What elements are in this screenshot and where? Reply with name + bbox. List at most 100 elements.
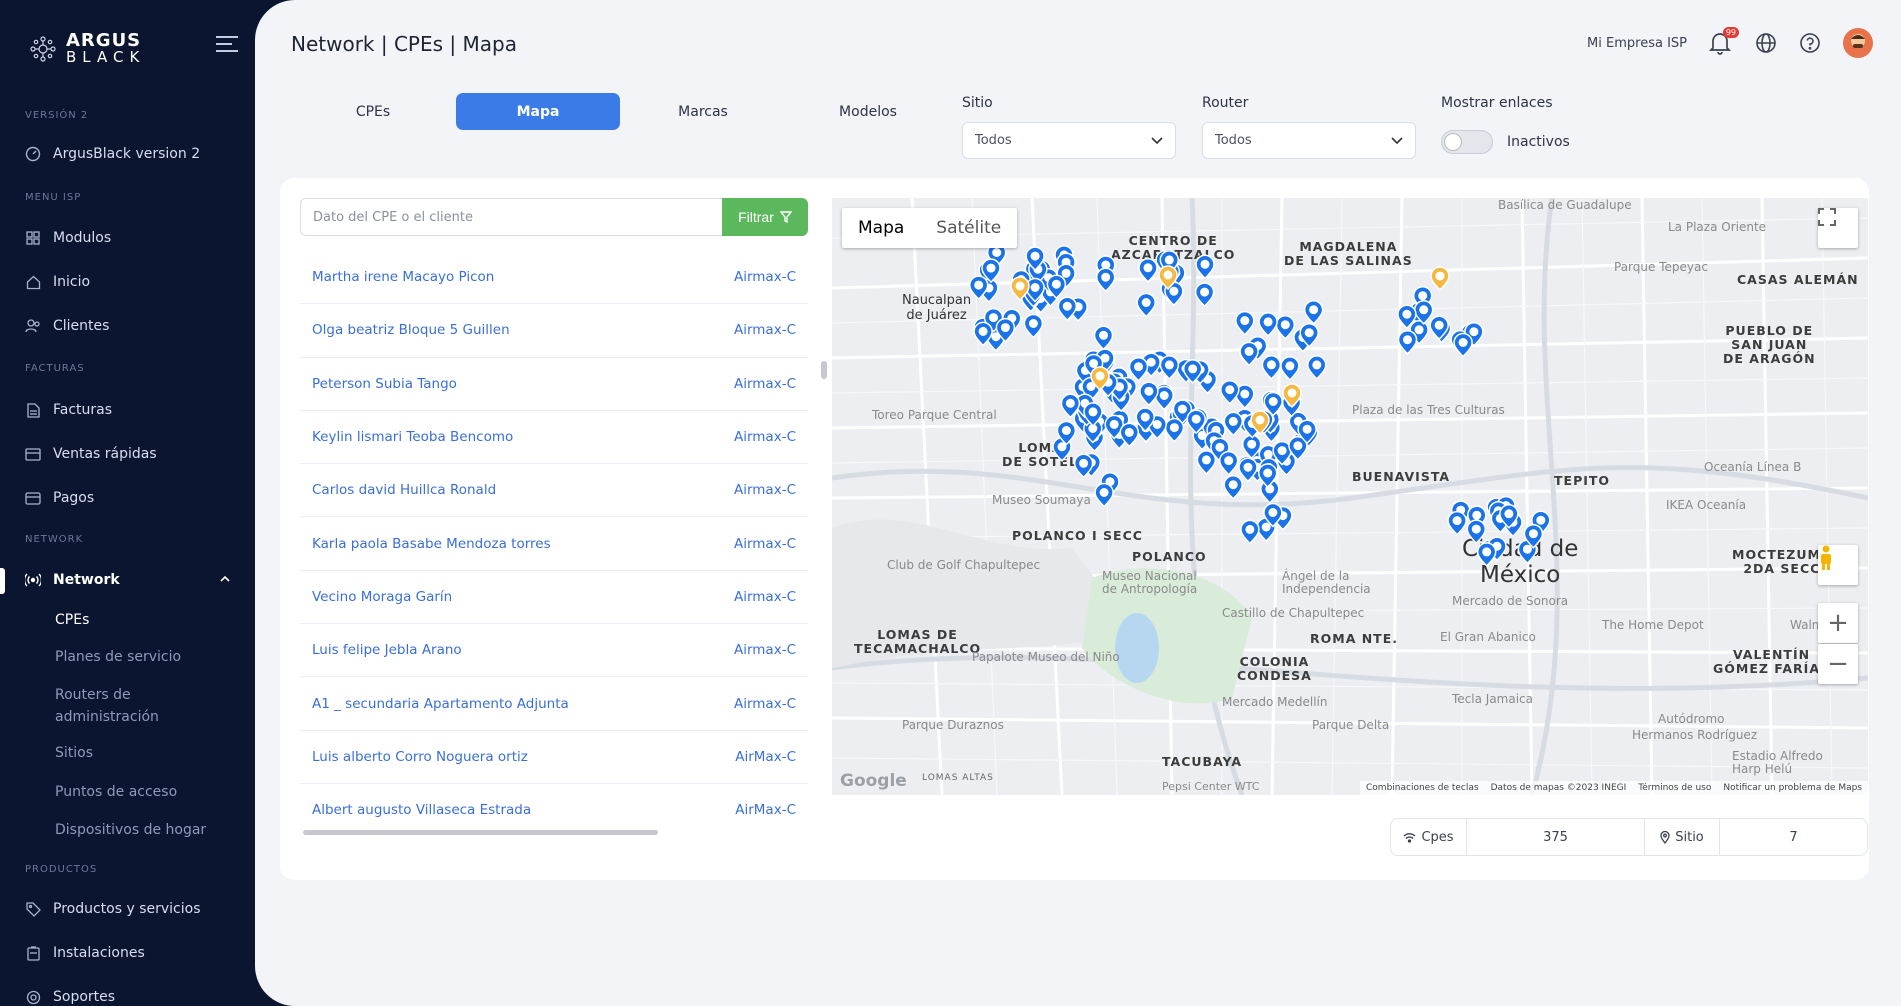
search-input[interactable]	[300, 198, 722, 236]
tab-modelos[interactable]: Modelos	[786, 93, 950, 130]
list-item[interactable]: Carlos david Huillca Ronald Airmax-C	[300, 464, 808, 518]
list-item[interactable]: Luis felipe Jebla Arano Airmax-C	[300, 624, 808, 678]
vertical-scrollbar[interactable]	[821, 361, 827, 379]
cpe-marker-icon[interactable]	[1194, 282, 1215, 308]
sidebar-item-inicio[interactable]: Inicio	[25, 274, 90, 290]
attrib-shortcuts[interactable]: Combinaciones de teclas	[1366, 783, 1479, 793]
cpe-client-name[interactable]: Martha irene Macayo Picon	[312, 269, 494, 285]
list-item[interactable]: Karla paola Basabe Mendoza torres Airmax-…	[300, 517, 808, 571]
cpe-marker-icon[interactable]	[1466, 519, 1487, 545]
cpe-client-name[interactable]: Albert augusto Villaseca Estrada	[312, 802, 531, 818]
sidebar-item-clientes[interactable]: Clientes	[25, 318, 109, 334]
sidebar-item-ventas[interactable]: Ventas rápidas	[25, 446, 157, 462]
cpe-marker-icon[interactable]	[1453, 332, 1473, 358]
cpe-marker-icon[interactable]	[1447, 510, 1467, 536]
cpe-marker-icon[interactable]	[1397, 329, 1418, 355]
list-item[interactable]: Olga beatriz Bloque 5 Guillen Airmax-C	[300, 304, 808, 358]
cpe-marker-icon[interactable]	[1280, 356, 1300, 381]
chevron-up-icon[interactable]	[220, 575, 230, 582]
cpe-marker-icon[interactable]	[1220, 379, 1240, 405]
cpe-marker-icon[interactable]	[1239, 341, 1259, 367]
cpe-marker-icon[interactable]	[1139, 381, 1159, 407]
sidebar-subitem-cpes[interactable]: CPEs	[55, 609, 235, 631]
list-item[interactable]: Keylin lismari Teoba Bencomo Airmax-C	[300, 411, 808, 465]
cpe-marker-icon[interactable]	[1093, 325, 1114, 351]
notifications-button[interactable]: 99	[1708, 27, 1739, 55]
cpe-client-name[interactable]: Luis felipe Jebla Arano	[312, 642, 462, 658]
map[interactable]: CENTRO DEAZCAPOTZALCO MAGDALENADE LAS SA…	[832, 198, 1868, 795]
attrib-terms[interactable]: Términos de uso	[1638, 783, 1711, 793]
cpe-marker-icon[interactable]	[1095, 267, 1116, 293]
cpe-marker-icon[interactable]	[1223, 411, 1244, 437]
sidebar-item-network[interactable]: Network	[25, 572, 120, 588]
list-item[interactable]: Luis alberto Corro Noguera ortiz AirMax-C	[300, 731, 808, 784]
sidebar-subitem-planes[interactable]: Planes de servicio	[55, 646, 235, 668]
sidebar-item-productos[interactable]: Productos y servicios	[25, 901, 201, 917]
sidebar-subitem-sitios[interactable]: Sitios	[55, 742, 235, 764]
cpe-marker-icon[interactable]	[1094, 482, 1114, 508]
list-item[interactable]: A1 _ secundaria Apartamento Adjunta Airma…	[300, 677, 808, 731]
cpe-marker-icon[interactable]	[1261, 355, 1282, 380]
inactivos-toggle[interactable]	[1441, 130, 1493, 154]
logo[interactable]: ARGUS BLACK	[28, 32, 145, 65]
horizontal-scrollbar[interactable]	[303, 830, 658, 835]
list-item[interactable]: Vecino Moraga Garín Airmax-C	[300, 571, 808, 625]
cpe-marker-icon[interactable]	[1240, 519, 1260, 545]
help-icon[interactable]	[1799, 32, 1821, 54]
cpe-marker-icon[interactable]	[1159, 355, 1180, 380]
street-view-button[interactable]	[1818, 545, 1858, 585]
sidebar-item-modulos[interactable]: Modulos	[25, 230, 111, 246]
map-type-map-button[interactable]: Mapa	[842, 208, 920, 248]
cpe-marker-icon[interactable]	[1023, 313, 1044, 339]
zoom-in-button[interactable]: +	[1818, 603, 1858, 643]
tab-mapa[interactable]: Mapa	[456, 93, 620, 130]
list-item[interactable]: Peterson Subia Tango Airmax-C	[300, 358, 808, 411]
sitio-select[interactable]: Todos	[962, 122, 1176, 159]
sidebar-item-soportes[interactable]: Soportes	[25, 989, 115, 1005]
cpe-marker-icon[interactable]	[1138, 258, 1158, 283]
cpe-marker-icon[interactable]	[1136, 292, 1156, 318]
cpe-marker-icon[interactable]	[1275, 314, 1296, 340]
cpe-client-name[interactable]: Karla paola Basabe Mendoza torres	[312, 536, 551, 552]
sidebar-item-pagos[interactable]: Pagos	[25, 490, 94, 506]
cpe-marker-icon[interactable]	[1430, 266, 1450, 292]
router-select[interactable]: Todos	[1202, 122, 1416, 159]
cpe-marker-icon[interactable]	[1476, 542, 1497, 567]
sidebar-subitem-routers[interactable]: Routers de administración	[55, 684, 235, 728]
cpe-marker-icon[interactable]	[1303, 299, 1324, 325]
cpe-client-name[interactable]: Peterson Subia Tango	[312, 376, 457, 392]
cpe-client-name[interactable]: Carlos david Huillca Ronald	[312, 482, 496, 498]
filter-button[interactable]: Filtrar	[722, 198, 808, 236]
cpe-marker-icon[interactable]	[1196, 450, 1217, 475]
attrib-report[interactable]: Notificar un problema de Maps	[1723, 783, 1862, 793]
tab-cpes[interactable]: CPEs	[291, 93, 455, 130]
cpe-client-name[interactable]: Vecino Moraga Garín	[312, 589, 452, 605]
sidebar-item-facturas[interactable]: Facturas	[25, 402, 112, 418]
cpe-marker-icon[interactable]	[1258, 312, 1278, 337]
zoom-out-button[interactable]: −	[1818, 644, 1858, 684]
cpe-client-name[interactable]: A1 _ secundaria Apartamento Adjunta	[312, 696, 569, 712]
fullscreen-button[interactable]	[1818, 208, 1858, 248]
menu-toggle-icon[interactable]	[216, 36, 238, 52]
cpe-client-name[interactable]: Luis alberto Corro Noguera ortiz	[312, 749, 528, 765]
sidebar-subitem-dispositivos[interactable]: Dispositivos de hogar	[55, 819, 235, 841]
list-item[interactable]: Martha irene Macayo Picon Airmax-C	[300, 251, 808, 305]
tab-marcas[interactable]: Marcas	[621, 93, 785, 130]
cpe-marker-icon[interactable]	[1195, 254, 1215, 280]
sidebar-item-instalaciones[interactable]: Instalaciones	[25, 945, 145, 961]
avatar[interactable]	[1843, 28, 1873, 58]
sidebar-subitem-puntos[interactable]: Puntos de acceso	[55, 781, 235, 803]
cpe-model: Airmax-C	[733, 535, 796, 552]
cpe-client-name[interactable]: Olga beatriz Bloque 5 Guillen	[312, 322, 510, 338]
cpe-client-name[interactable]: Keylin lismari Teoba Bencomo	[312, 429, 513, 445]
map-type-satellite-button[interactable]: Satélite	[920, 208, 1017, 248]
cpe-marker-icon[interactable]	[1235, 310, 1255, 336]
cpe-marker-icon[interactable]	[1223, 474, 1243, 500]
cpe-marker-icon[interactable]	[1307, 355, 1327, 380]
sidebar-item-argus[interactable]: ArgusBlack version 2	[25, 146, 200, 162]
globe-icon[interactable]	[1755, 32, 1777, 54]
cpe-marker-icon[interactable]	[1128, 356, 1149, 382]
cpe-marker-icon[interactable]	[1218, 450, 1239, 476]
company-name[interactable]: Mi Empresa ISP	[1587, 36, 1687, 51]
list-item[interactable]: Albert augusto Villaseca Estrada AirMax-C	[300, 784, 808, 831]
